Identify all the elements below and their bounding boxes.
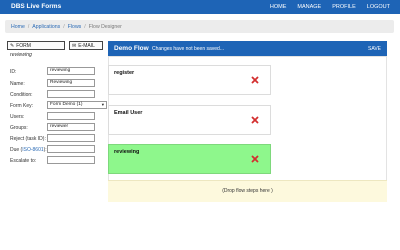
nav-logout[interactable]: LOGOUT — [367, 4, 390, 10]
flow-step-email-user[interactable]: Email User — [108, 105, 271, 135]
due-field[interactable] — [47, 145, 95, 153]
field-row-id: ID: reviewing — [10, 67, 100, 75]
form-key-select[interactable]: Form Demo (1) ▾ — [47, 101, 107, 109]
users-label: Users: — [10, 113, 25, 120]
flow-step-label: Email User — [114, 110, 143, 116]
groups-label: Groups: — [10, 124, 28, 131]
reject-field[interactable] — [47, 134, 95, 142]
form-key-value: Form Demo (1) — [50, 102, 83, 107]
nav-profile[interactable]: PROFILE — [332, 4, 356, 10]
escalate-label: Escalate to: — [10, 157, 37, 164]
step-subtitle: reviewing — [10, 52, 32, 58]
nav-home[interactable]: HOME — [270, 4, 287, 10]
breadcrumb-separator: / — [27, 23, 30, 30]
email-button[interactable]: ✉ E-MAIL — [69, 41, 103, 50]
field-row-groups: Groups: reviewer — [10, 123, 100, 131]
drop-zone-text: (Drop flow steps here ) — [222, 188, 273, 194]
delete-step-icon[interactable] — [251, 155, 259, 163]
unsaved-changes-message: Changes have not been saved... — [152, 45, 224, 52]
save-button[interactable]: SAVE — [368, 46, 381, 52]
form-key-label: Form Key: — [10, 102, 34, 109]
edit-icon: ✎ — [10, 43, 15, 49]
field-row-name: Name: Reviewing — [10, 79, 100, 87]
flow-step-register[interactable]: register — [108, 65, 271, 95]
iso-8601-link[interactable]: ISO-8601 — [22, 147, 43, 153]
flow-step-label: register — [114, 70, 135, 76]
flow-designer-page: DBS Live Forms HOME MANAGE PROFILE LOGOU… — [0, 0, 400, 250]
email-button-label: E-MAIL — [78, 43, 95, 49]
breadcrumb-separator: / — [63, 23, 65, 30]
breadcrumb-separator: / — [84, 23, 86, 30]
escalate-field[interactable] — [47, 156, 95, 164]
due-label-prefix: Due ( — [10, 146, 23, 153]
name-label: Name: — [10, 80, 25, 87]
breadcrumb-home[interactable]: Home — [11, 24, 25, 30]
field-row-reject: Reject (task ID): — [10, 134, 100, 142]
field-row-form-key: Form Key: Form Demo (1) ▾ — [10, 101, 107, 109]
due-label: Due (ISO-8601): — [10, 147, 47, 153]
form-button[interactable]: ✎ FORM — [7, 41, 65, 50]
chevron-down-icon: ▾ — [101, 102, 104, 107]
condition-field[interactable] — [47, 90, 95, 98]
field-row-condition: Condition: — [10, 90, 100, 98]
breadcrumb: Home / Applications / Flows / Flow Designer — [5, 20, 394, 33]
delete-step-icon[interactable] — [251, 116, 259, 124]
reject-label: Reject (task ID): — [10, 135, 46, 142]
breadcrumb-applications[interactable]: Applications — [32, 24, 60, 30]
form-button-label: FORM — [16, 43, 31, 49]
id-label: ID: — [10, 68, 17, 75]
flow-title: Demo Flow — [114, 44, 149, 52]
nav-manage[interactable]: MANAGE — [297, 4, 321, 10]
flow-step-reviewing[interactable]: reviewing — [108, 144, 271, 174]
envelope-icon: ✉ — [72, 43, 77, 49]
users-field[interactable] — [47, 112, 95, 120]
delete-step-icon[interactable] — [251, 76, 259, 84]
breadcrumb-flows[interactable]: Flows — [68, 24, 82, 30]
field-row-users: Users: — [10, 112, 100, 120]
flow-panel-header: Demo Flow Changes have not been saved...… — [108, 41, 387, 56]
nav-menu: HOME MANAGE PROFILE LOGOUT — [270, 4, 390, 10]
breadcrumb-current: Flow Designer — [88, 23, 122, 30]
field-row-escalate: Escalate to: — [10, 156, 100, 164]
app-title[interactable]: DBS Live Forms — [11, 3, 61, 10]
field-row-due: Due (ISO-8601): — [10, 145, 100, 153]
groups-field[interactable]: reviewer — [47, 123, 95, 131]
top-navbar: DBS Live Forms HOME MANAGE PROFILE LOGOU… — [0, 0, 400, 14]
id-field[interactable]: reviewing — [47, 67, 95, 75]
name-field[interactable]: Reviewing — [47, 79, 95, 87]
flow-step-label: reviewing — [114, 149, 140, 155]
breadcrumb-trail: Home / Applications / Flows / Flow Designer — [11, 24, 122, 30]
drop-zone[interactable]: (Drop flow steps here ) — [108, 180, 387, 202]
condition-label: Condition: — [10, 91, 33, 98]
